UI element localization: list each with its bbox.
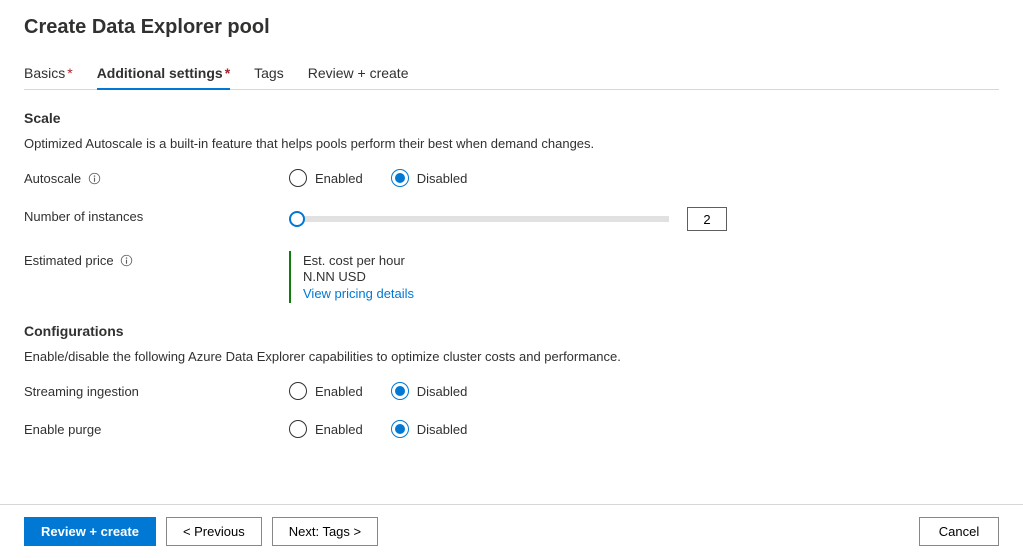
required-marker: * <box>67 65 72 81</box>
estimated-cost-box: Est. cost per hour N.NN USD View pricing… <box>289 251 414 303</box>
radio-label: Enabled <box>315 171 363 186</box>
scale-heading: Scale <box>24 110 999 126</box>
autoscale-enabled-radio[interactable]: Enabled <box>289 169 363 187</box>
configurations-description: Enable/disable the following Azure Data … <box>24 349 999 364</box>
autoscale-disabled-radio[interactable]: Disabled <box>391 169 468 187</box>
tab-label: Review + create <box>308 65 409 81</box>
streaming-enabled-radio[interactable]: Enabled <box>289 382 363 400</box>
instances-input[interactable] <box>687 207 727 231</box>
instances-slider[interactable] <box>289 210 669 228</box>
radio-label: Disabled <box>417 171 468 186</box>
slider-track <box>298 216 669 222</box>
required-marker: * <box>225 65 230 81</box>
tab-label: Basics <box>24 65 65 81</box>
info-icon[interactable] <box>120 254 134 268</box>
autoscale-row: Autoscale Enabled Disabled <box>24 169 999 187</box>
slider-thumb[interactable] <box>289 211 305 227</box>
next-button[interactable]: Next: Tags > <box>272 517 378 546</box>
purge-row: Enable purge Enabled Disabled <box>24 420 999 438</box>
streaming-disabled-radio[interactable]: Disabled <box>391 382 468 400</box>
tab-basics[interactable]: Basics* <box>24 59 73 89</box>
instances-row: Number of instances <box>24 207 999 231</box>
info-icon[interactable] <box>87 172 101 186</box>
estimated-price-row: Estimated price Est. cost per hour N.NN … <box>24 251 999 303</box>
footer-bar: Review + create < Previous Next: Tags > … <box>0 504 1023 558</box>
configurations-heading: Configurations <box>24 323 999 339</box>
estimated-price-label: Estimated price <box>24 253 114 268</box>
tab-label: Tags <box>254 65 284 81</box>
cancel-button[interactable]: Cancel <box>919 517 999 546</box>
scale-description: Optimized Autoscale is a built-in featur… <box>24 136 999 151</box>
tab-additional-settings[interactable]: Additional settings* <box>97 59 230 89</box>
radio-label: Disabled <box>417 384 468 399</box>
tab-review-create[interactable]: Review + create <box>308 59 409 89</box>
est-cost-value: N.NN USD <box>303 269 414 284</box>
radio-label: Disabled <box>417 422 468 437</box>
streaming-row: Streaming ingestion Enabled Disabled <box>24 382 999 400</box>
tab-label: Additional settings <box>97 65 223 81</box>
view-pricing-link[interactable]: View pricing details <box>303 286 414 301</box>
page-title: Create Data Explorer pool <box>24 16 999 39</box>
est-cost-label: Est. cost per hour <box>303 253 414 268</box>
autoscale-label: Autoscale <box>24 171 81 186</box>
tab-bar: Basics* Additional settings* Tags Review… <box>24 59 999 90</box>
streaming-label: Streaming ingestion <box>24 384 139 399</box>
review-create-button[interactable]: Review + create <box>24 517 156 546</box>
purge-disabled-radio[interactable]: Disabled <box>391 420 468 438</box>
purge-enabled-radio[interactable]: Enabled <box>289 420 363 438</box>
instances-label: Number of instances <box>24 209 143 224</box>
radio-label: Enabled <box>315 384 363 399</box>
radio-label: Enabled <box>315 422 363 437</box>
purge-label: Enable purge <box>24 422 101 437</box>
previous-button[interactable]: < Previous <box>166 517 262 546</box>
tab-tags[interactable]: Tags <box>254 59 284 89</box>
